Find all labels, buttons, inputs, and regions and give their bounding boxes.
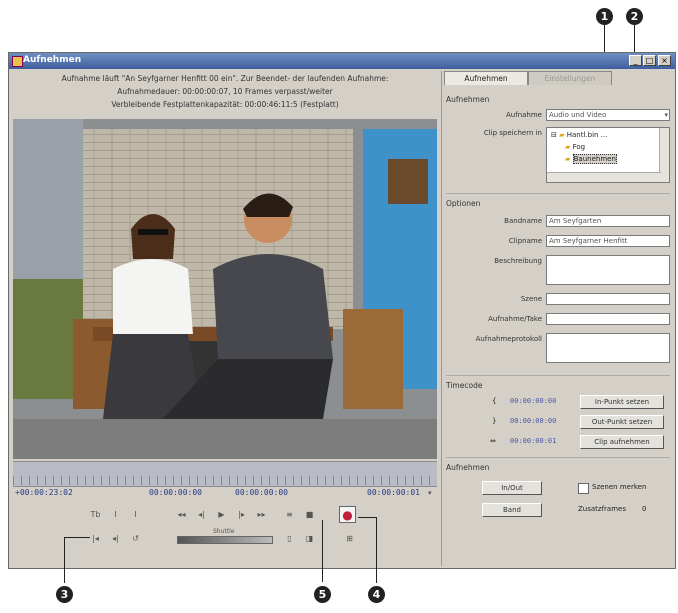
section-options-title: Optionen	[446, 199, 481, 208]
scene-detect-button[interactable]: ▯	[283, 532, 296, 545]
callout-5: 5	[314, 586, 331, 603]
record-button[interactable]: ●	[339, 506, 356, 523]
step-back-button[interactable]: ◂|	[195, 508, 208, 521]
scene-detect-checkbox[interactable]	[578, 483, 589, 494]
capture-clip-button[interactable]: Clip aufnehmen	[580, 435, 664, 449]
take-label: Aufnahme/Take	[488, 315, 542, 323]
callout-4: 4	[368, 586, 385, 603]
handles-label: Zusatzframes	[578, 505, 626, 513]
controls-area: Tb I I ◂◂ ◂| ▶ |▸ ▸▸ ≡ ■ ● |◂ ◂| ↺ Shutt…	[13, 502, 437, 566]
tc-out-symbol: }	[492, 417, 497, 425]
tree-item-selected[interactable]: ▰ Baunehmen	[565, 154, 617, 164]
pause-button[interactable]: ≡	[283, 508, 296, 521]
set-out-point-button[interactable]: Out-Punkt setzen	[580, 415, 664, 429]
status-line-2: Aufnahmedauer: 00:00:00:07, 10 Frames ve…	[117, 87, 333, 96]
callout-2: 2	[626, 8, 643, 25]
set-in-button[interactable]: I	[109, 508, 122, 521]
folder-icon: ▰	[565, 143, 571, 151]
tc-in-symbol: {	[492, 397, 497, 405]
save-in-label: Clip speichern in	[483, 129, 542, 137]
tapename-input[interactable]: Am Seyfgarten	[546, 215, 670, 227]
callout-3: 3	[56, 586, 73, 603]
tab-settings[interactable]: Einstellungen	[528, 71, 612, 85]
timecode-menu-icon[interactable]: ▾	[428, 489, 432, 497]
record-select[interactable]: Audio und Video ▾	[546, 109, 670, 121]
trim-button[interactable]: ◨	[303, 532, 316, 545]
goto-in-button[interactable]: |◂	[89, 532, 102, 545]
loop-button[interactable]: ↺	[129, 532, 142, 545]
clipname-label: Clipname	[508, 237, 542, 245]
scene-detect-label: Szenen merken	[592, 483, 647, 491]
shuttle-slider[interactable]	[177, 536, 273, 544]
in-timecode: 00:00:00:00	[149, 488, 202, 497]
tree-item-fog[interactable]: ▰ Fog	[565, 143, 585, 151]
scene-label: Szene	[520, 295, 542, 303]
toggle-take-audio-button[interactable]: Tb	[89, 508, 102, 521]
tapename-label: Bandname	[504, 217, 542, 225]
status-line-1: Aufnahme läuft "An Seyfgarner Henfitt 00…	[61, 74, 389, 83]
callout-1: 1	[596, 8, 613, 25]
goto-out-button[interactable]: ◂|	[109, 532, 122, 545]
divider	[446, 375, 670, 376]
description-input[interactable]	[546, 255, 670, 285]
rewind-button[interactable]: ◂◂	[175, 508, 188, 521]
out-timecode: 00:00:00:00	[235, 488, 288, 497]
description-label: Beschreibung	[494, 257, 542, 265]
folder-icon: ▰	[559, 131, 565, 139]
tc-out-value: 00:00:00:00	[510, 417, 557, 425]
set-out-button[interactable]: I	[129, 508, 142, 521]
section-capture-title: Aufnehmen	[446, 463, 490, 472]
scene-input[interactable]	[546, 293, 670, 305]
clipname-input[interactable]: Am Seyfgarner Henfitt	[546, 235, 670, 247]
take-input[interactable]	[546, 313, 670, 325]
stop-button[interactable]: ■	[303, 508, 316, 521]
divider	[446, 193, 670, 194]
tc-dur-value: 00:00:00:01	[510, 437, 557, 445]
capture-window: Aufnehmen _ □ × Aufnahme läuft "An Seyfg…	[8, 52, 676, 569]
folder-tree[interactable]: ⊟ ▰ Hantl.bin ... ▰ Fog ▰ Baunehmen	[546, 127, 670, 183]
handles-value[interactable]: 0	[642, 505, 646, 513]
step-forward-button[interactable]: |▸	[235, 508, 248, 521]
minimize-button[interactable]: _	[629, 55, 642, 66]
video-frame-image	[13, 119, 437, 459]
tab-record[interactable]: Aufnehmen	[444, 71, 528, 85]
callout-3-hline	[64, 537, 90, 538]
current-timecode: +00:00:23:02	[15, 488, 73, 497]
folder-icon: ▰	[565, 155, 571, 163]
shuttle-label: Shuttle	[213, 528, 235, 535]
chevron-down-icon: ▾	[664, 111, 668, 119]
tc-in-value: 00:00:00:00	[510, 397, 557, 405]
time-ruler-ticks	[13, 476, 437, 485]
settings-panel: Aufnehmen Einstellungen Aufnehmen Aufnah…	[441, 71, 674, 566]
status-line-3: Verbleibende Festplattenkapazität: 00:00…	[111, 100, 339, 109]
callout-3-line	[64, 537, 65, 583]
time-ruler[interactable]	[13, 461, 437, 487]
callout-4-line	[376, 517, 377, 583]
video-preview	[13, 119, 437, 459]
set-in-point-button[interactable]: In-Punkt setzen	[580, 395, 664, 409]
window-title: Aufnehmen	[23, 55, 82, 65]
maximize-button[interactable]: □	[643, 55, 656, 66]
section-timecode-title: Timecode	[446, 381, 483, 390]
settings-button[interactable]: ⊞	[343, 532, 356, 545]
play-button[interactable]: ▶	[215, 508, 228, 521]
tree-hscrollbar[interactable]	[547, 172, 661, 182]
title-bar: Aufnehmen _ □ ×	[9, 53, 675, 69]
record-label: Aufnahme	[506, 111, 542, 119]
app-icon	[12, 56, 23, 67]
tape-button[interactable]: Band	[482, 503, 542, 517]
duration-timecode: 00:00:00:01	[367, 488, 420, 497]
callout-4-hline	[358, 517, 376, 518]
callout-5-line	[322, 520, 323, 582]
in-out-button[interactable]: In/Out	[482, 481, 542, 495]
section-record-title: Aufnehmen	[446, 95, 490, 104]
log-label: Aufnahmeprotokoll	[475, 335, 542, 343]
tc-dur-symbol: ⇔	[490, 437, 496, 445]
fast-forward-button[interactable]: ▸▸	[255, 508, 268, 521]
divider	[446, 457, 670, 458]
record-select-value: Audio und Video	[549, 111, 607, 119]
close-button[interactable]: ×	[658, 55, 671, 66]
tree-item-root[interactable]: ⊟ ▰ Hantl.bin ...	[551, 131, 607, 139]
log-input[interactable]	[546, 333, 670, 363]
